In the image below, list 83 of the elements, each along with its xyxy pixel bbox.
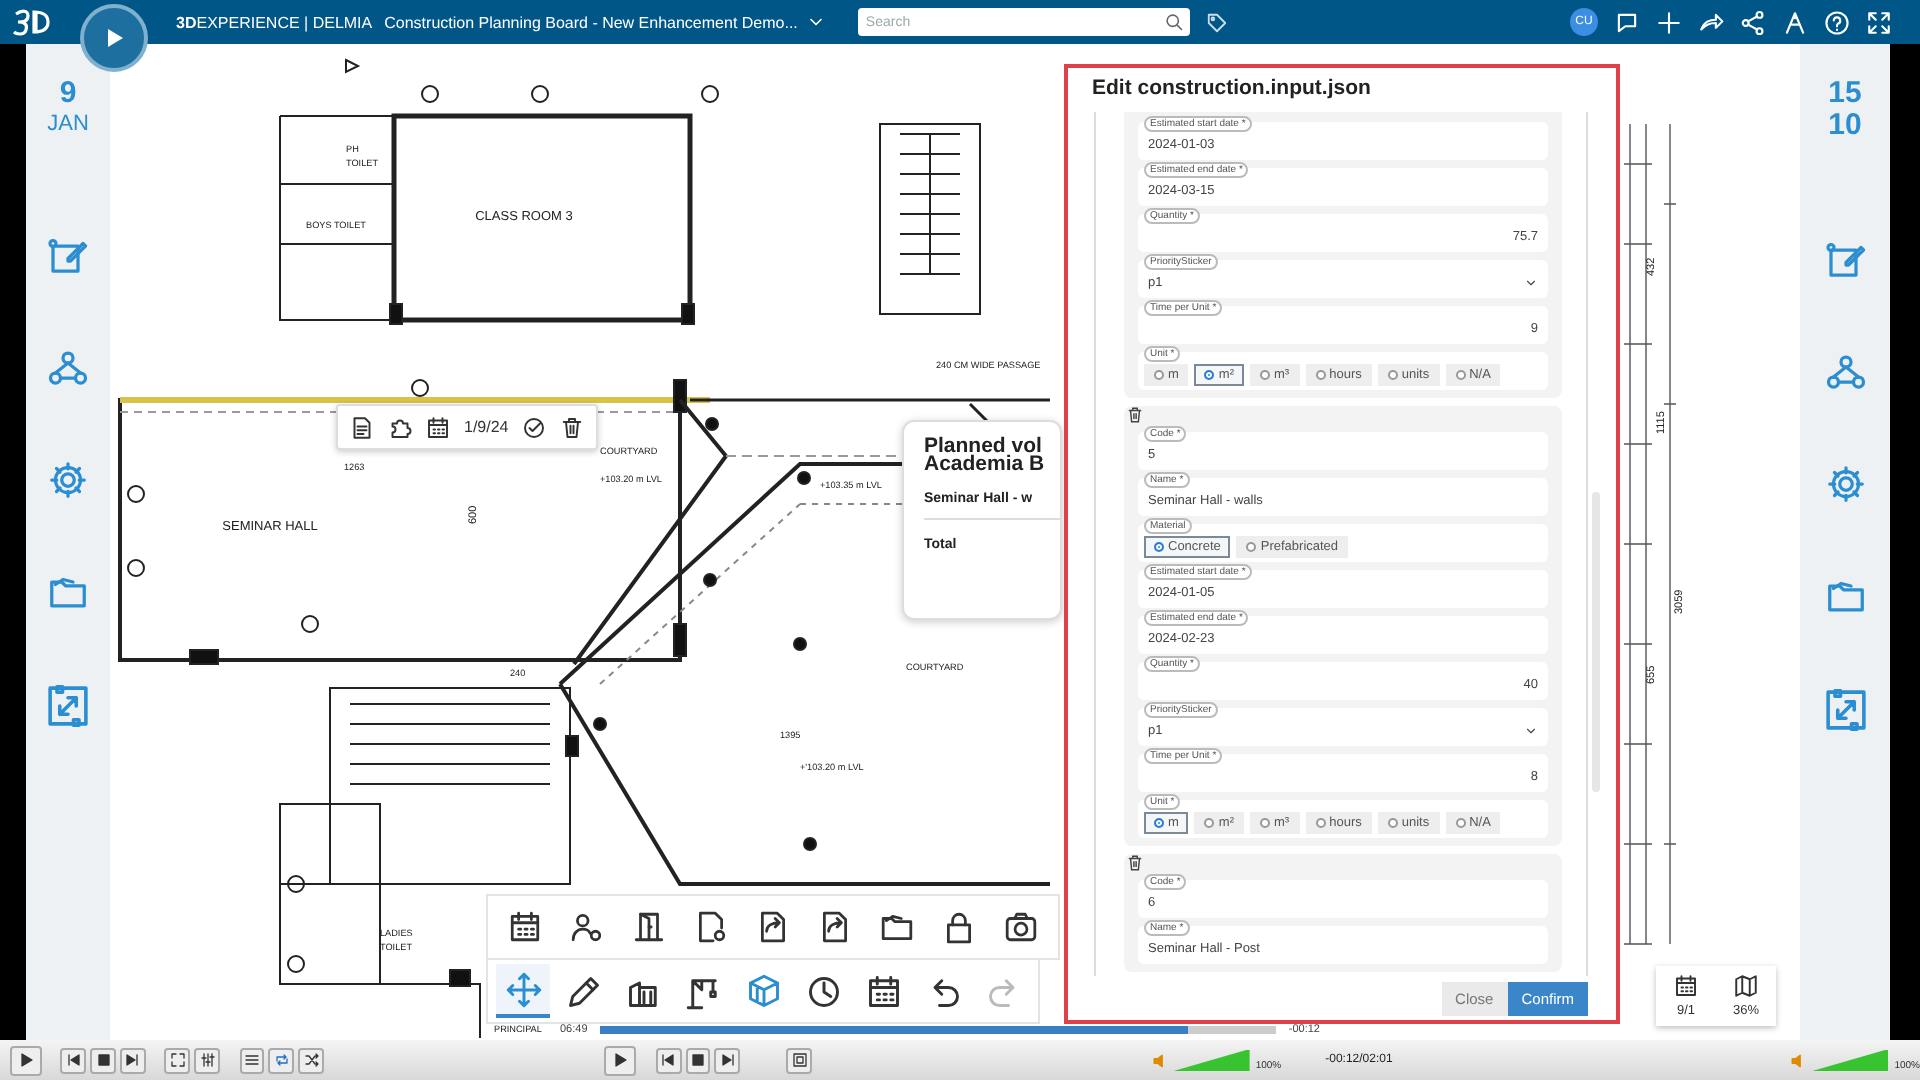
date-day: 15 [1828,78,1862,108]
board-title[interactable]: Construction Planning Board - New Enhancement Demo... [384,13,798,31]
dialog-title: Edit construction.input.json [1090,74,1373,104]
move-icon [505,971,541,1007]
next-button[interactable] [119,1047,146,1073]
network-share-icon[interactable] [1740,9,1766,35]
date-month: 10 [1828,110,1862,140]
frame-button[interactable] [786,1047,813,1073]
settings-icon[interactable] [1825,464,1865,504]
lock-icon[interactable] [942,910,976,944]
date-day: 9 [59,78,77,108]
user-settings-icon[interactable] [570,910,604,944]
fit-screen-icon[interactable] [1823,688,1867,732]
chevron-down-icon [1524,276,1538,290]
fullscreen-icon[interactable] [1866,9,1892,35]
check-icon[interactable] [522,415,547,439]
fullscreen-icon [169,1052,186,1068]
document-icon[interactable] [350,415,374,439]
network-icon[interactable] [1825,352,1865,392]
previous-icon [660,1052,677,1068]
delete-icon[interactable] [1126,854,1144,872]
chevron-down-icon [1524,724,1538,738]
calendar-icon [865,973,901,1009]
network-icon[interactable] [48,348,88,388]
selection-date: 1/9/24 [464,418,509,436]
loop-icon [273,1052,290,1068]
stop-icon [689,1052,706,1068]
stop-button[interactable] [90,1047,116,1073]
play-button[interactable] [604,1045,636,1075]
date-month: JAN [47,114,89,136]
fullscreen-button[interactable] [164,1047,191,1073]
app-brand: 3DEXPERIENCE | DELMIA [176,13,373,31]
tag-icon[interactable] [1205,11,1228,33]
chat-icon[interactable] [1614,9,1640,35]
share-icon[interactable] [1698,9,1724,35]
add-icon[interactable] [1656,9,1682,35]
document-settings-icon[interactable] [694,910,728,944]
previous-button[interactable] [655,1047,682,1073]
stop-button[interactable] [685,1047,711,1073]
play-icon [102,26,126,50]
edit-icon[interactable] [1825,240,1865,280]
previous-button[interactable] [60,1047,87,1073]
map-icon [1734,974,1758,998]
playlist-button[interactable] [239,1047,265,1073]
previous-icon [65,1052,82,1068]
door-icon[interactable] [632,910,666,944]
delete-icon[interactable] [560,415,585,439]
logo-icon[interactable] [12,6,52,38]
export-icon[interactable] [756,910,790,944]
search-icon [1163,12,1184,32]
sliders-icon [199,1052,216,1068]
camera-icon[interactable] [1004,910,1038,944]
popup-title: Planned vol [924,438,1042,456]
export-icon[interactable] [818,910,852,944]
calendar-icon[interactable] [426,415,450,439]
folder-icon[interactable] [880,910,914,944]
settings-icon[interactable] [48,460,88,500]
stop-icon [95,1052,112,1068]
frame-icon [791,1052,808,1068]
layers-icon [745,973,781,1009]
play-icon [612,1052,629,1068]
next-icon [124,1052,141,1068]
next-button[interactable] [714,1047,740,1073]
calendar-icon [1674,974,1698,998]
shuffle-button[interactable] [298,1047,324,1073]
equalizer-button[interactable] [194,1047,220,1073]
clock-icon [805,973,841,1009]
pencil-icon [565,973,601,1009]
play-icon [17,1052,34,1068]
popup-title: Academia B [924,456,1047,474]
play-button[interactable] [10,1045,42,1075]
puzzle-icon[interactable] [388,415,412,439]
help-icon[interactable] [1824,9,1850,35]
compass-button[interactable] [80,4,148,72]
redo-icon [985,973,1021,1009]
list-icon [244,1052,261,1068]
delete-icon[interactable] [1126,406,1144,424]
crane-icon [685,973,721,1009]
shuffle-icon [303,1052,320,1068]
edit-icon[interactable] [48,236,88,276]
next-icon [719,1052,736,1068]
fit-screen-icon[interactable] [46,684,90,728]
calendar-icon[interactable] [508,910,542,944]
